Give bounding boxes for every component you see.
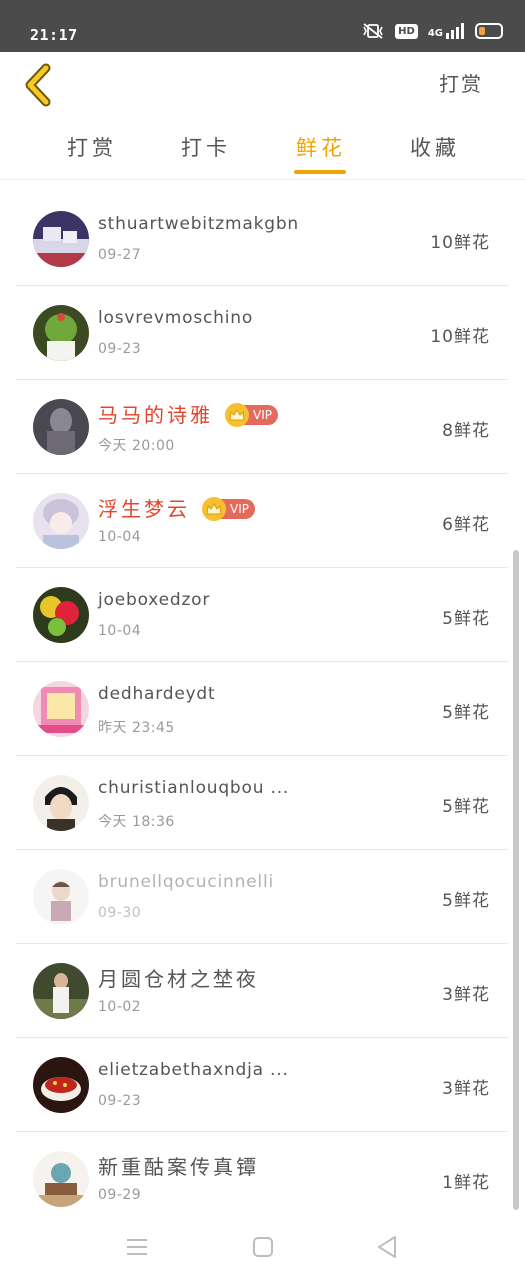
gift-date: 09-30 xyxy=(98,905,142,921)
vibrate-mute-icon xyxy=(363,23,383,39)
user-name: dedhardeydt xyxy=(98,684,216,704)
avatar[interactable] xyxy=(33,963,89,1019)
user-name: elietzabethaxndja ... xyxy=(98,1060,289,1080)
home-square-icon xyxy=(253,1237,273,1257)
network-type: 4G xyxy=(427,28,443,39)
tab-favorites[interactable]: 收藏 xyxy=(410,132,460,162)
flower-list: sthuartwebitzmakgbn 09-27 10鲜花 losvrevmo… xyxy=(16,192,508,1226)
user-name: sthuartwebitzmakgbn xyxy=(98,214,299,234)
system-nav-bar xyxy=(0,1214,525,1280)
gift-date: 10-04 xyxy=(98,529,142,545)
flower-count: 5鲜花 xyxy=(442,891,490,911)
status-icons: HD 4G xyxy=(361,22,503,40)
user-name: 新重酤案传真镡 xyxy=(98,1155,259,1179)
user-name: 马马的诗雅 VIP xyxy=(98,399,278,429)
gift-date: 昨天 23:45 xyxy=(98,720,175,736)
scrollbar[interactable] xyxy=(513,550,519,1210)
battery-level xyxy=(479,27,485,35)
home-button[interactable] xyxy=(248,1232,278,1262)
flower-count: 1鲜花 xyxy=(442,1173,490,1193)
list-item[interactable]: brunellqocucinnelli 09-30 5鲜花 xyxy=(16,850,508,944)
flower-count: 5鲜花 xyxy=(442,797,490,817)
status-time: 21:17 xyxy=(30,26,78,44)
list-item[interactable]: sthuartwebitzmakgbn 09-27 10鲜花 xyxy=(16,192,508,286)
flower-count: 8鲜花 xyxy=(442,421,490,441)
list-item[interactable]: dedhardeydt 昨天 23:45 5鲜花 xyxy=(16,662,508,756)
gift-date: 09-27 xyxy=(98,247,142,263)
list-item[interactable]: 新重酤案传真镡 09-29 1鲜花 xyxy=(16,1132,508,1226)
back-triangle-icon xyxy=(378,1236,396,1258)
user-name: 月圆仓材之埜夜 xyxy=(98,967,259,991)
avatar[interactable] xyxy=(33,1057,89,1113)
user-name: losvrevmoschino xyxy=(98,308,254,328)
avatar[interactable] xyxy=(33,211,89,267)
user-name: brunellqocucinnelli xyxy=(98,872,274,892)
tab-checkin[interactable]: 打卡 xyxy=(181,132,231,162)
reward-action-button[interactable]: 打赏 xyxy=(439,68,483,97)
user-name: joeboxedzor xyxy=(98,590,211,610)
flower-count: 3鲜花 xyxy=(442,1079,490,1099)
list-item[interactable]: 马马的诗雅 VIP 今天 20:00 8鲜花 xyxy=(16,380,508,474)
tab-bar: 打赏 打卡 鲜花 收藏 xyxy=(0,118,525,180)
user-name: 浮生梦云 VIP xyxy=(98,493,255,523)
menu-icon xyxy=(127,1239,147,1255)
crown-icon xyxy=(229,408,245,420)
avatar[interactable] xyxy=(33,587,89,643)
avatar[interactable] xyxy=(33,1151,89,1207)
gift-date: 09-23 xyxy=(98,1093,142,1109)
status-bar: 21:17 HD 4G xyxy=(0,0,525,52)
avatar[interactable] xyxy=(33,305,89,361)
gift-date: 今天 20:00 xyxy=(98,438,175,454)
active-tab-indicator xyxy=(294,170,346,174)
gift-date: 10-02 xyxy=(98,999,142,1015)
user-name: churistianlouqbou ... xyxy=(98,778,290,798)
tab-flowers[interactable]: 鲜花 xyxy=(296,132,346,162)
nav-back-button[interactable] xyxy=(372,1232,402,1262)
list-item[interactable]: elietzabethaxndja ... 09-23 3鲜花 xyxy=(16,1038,508,1132)
avatar[interactable] xyxy=(33,399,89,455)
vip-badge: VIP xyxy=(225,402,278,427)
flower-count: 3鲜花 xyxy=(442,985,490,1005)
list-item[interactable]: churistianlouqbou ... 今天 18:36 5鲜花 xyxy=(16,756,508,850)
battery-icon xyxy=(475,23,503,39)
avatar[interactable] xyxy=(33,775,89,831)
list-item[interactable]: 月圆仓材之埜夜 10-02 3鲜花 xyxy=(16,944,508,1038)
flower-count: 5鲜花 xyxy=(442,609,490,629)
avatar[interactable] xyxy=(33,869,89,925)
hd-badge: HD xyxy=(395,23,418,39)
chevron-left-icon xyxy=(25,63,51,107)
signal-icon: 4G xyxy=(428,23,465,39)
flower-count: 10鲜花 xyxy=(430,233,490,253)
flower-count: 5鲜花 xyxy=(442,703,490,723)
menu-button[interactable] xyxy=(122,1232,152,1262)
gift-date: 今天 18:36 xyxy=(98,814,175,830)
avatar[interactable] xyxy=(33,681,89,737)
gift-date: 09-23 xyxy=(98,341,142,357)
tab-reward[interactable]: 打赏 xyxy=(67,132,117,162)
list-item[interactable]: joeboxedzor 10-04 5鲜花 xyxy=(16,568,508,662)
list-item[interactable]: 浮生梦云 VIP 10-04 6鲜花 xyxy=(16,474,508,568)
avatar[interactable] xyxy=(33,493,89,549)
list-item[interactable]: losvrevmoschino 09-23 10鲜花 xyxy=(16,286,508,380)
gift-date: 10-04 xyxy=(98,623,142,639)
flower-count: 6鲜花 xyxy=(442,515,490,535)
flower-count: 10鲜花 xyxy=(430,327,490,347)
crown-icon xyxy=(206,502,222,514)
gift-date: 09-29 xyxy=(98,1187,142,1203)
back-button[interactable] xyxy=(18,62,58,108)
vip-badge: VIP xyxy=(202,496,255,521)
